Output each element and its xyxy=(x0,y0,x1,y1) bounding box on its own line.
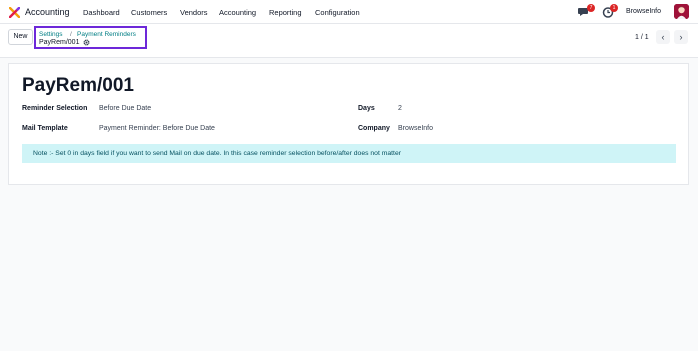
gear-icon[interactable] xyxy=(83,39,90,46)
days-field[interactable]: 2 xyxy=(398,105,402,112)
form-sheet: PayRem/001 Reminder Selection Before Due… xyxy=(8,63,689,185)
days-label: Days xyxy=(358,105,375,112)
menu-configuration[interactable]: Configuration xyxy=(315,8,360,17)
reminder-selection-field[interactable]: Before Due Date xyxy=(99,105,151,112)
menu-accounting[interactable]: Accounting xyxy=(219,8,256,17)
new-button[interactable]: New xyxy=(8,29,33,45)
pager-counter[interactable]: 1 / 1 xyxy=(635,34,649,41)
record-title: PayRem/001 xyxy=(22,75,134,96)
mail-template-label: Mail Template xyxy=(22,125,68,132)
menu-dashboard[interactable]: Dashboard xyxy=(83,8,120,17)
company-field[interactable]: BrowseInfo xyxy=(398,125,433,132)
breadcrumb-settings[interactable]: Settings xyxy=(39,31,63,38)
reminder-selection-label: Reminder Selection xyxy=(22,105,88,112)
pager-previous-button[interactable]: ‹ xyxy=(656,30,670,44)
control-panel: New Settings / Payment Reminders PayRem/… xyxy=(0,24,698,58)
mail-template-field[interactable]: Payment Reminder: Before Due Date xyxy=(99,125,215,132)
menu-reporting[interactable]: Reporting xyxy=(269,8,302,17)
menu-customers[interactable]: Customers xyxy=(131,8,167,17)
messages-badge: 7 xyxy=(587,4,595,12)
current-record-name: PayRem/001 xyxy=(39,39,80,46)
top-navbar: Accounting Dashboard Customers Vendors A… xyxy=(0,0,698,24)
activities-badge: 1 xyxy=(610,4,618,12)
app-name[interactable]: Accounting xyxy=(25,7,70,17)
info-note: Note :- Set 0 in days field if you want … xyxy=(22,144,676,163)
breadcrumb-separator: / xyxy=(70,31,72,38)
menu-vendors[interactable]: Vendors xyxy=(180,8,208,17)
breadcrumb: Settings / Payment Reminders PayRem/001 xyxy=(34,26,147,49)
user-avatar[interactable] xyxy=(674,4,689,19)
company-label: Company xyxy=(358,125,390,132)
pager-next-button[interactable]: › xyxy=(674,30,688,44)
accounting-app-icon[interactable] xyxy=(9,7,20,18)
company-switcher[interactable]: BrowseInfo xyxy=(626,8,661,15)
breadcrumb-payment-reminders[interactable]: Payment Reminders xyxy=(77,31,136,38)
